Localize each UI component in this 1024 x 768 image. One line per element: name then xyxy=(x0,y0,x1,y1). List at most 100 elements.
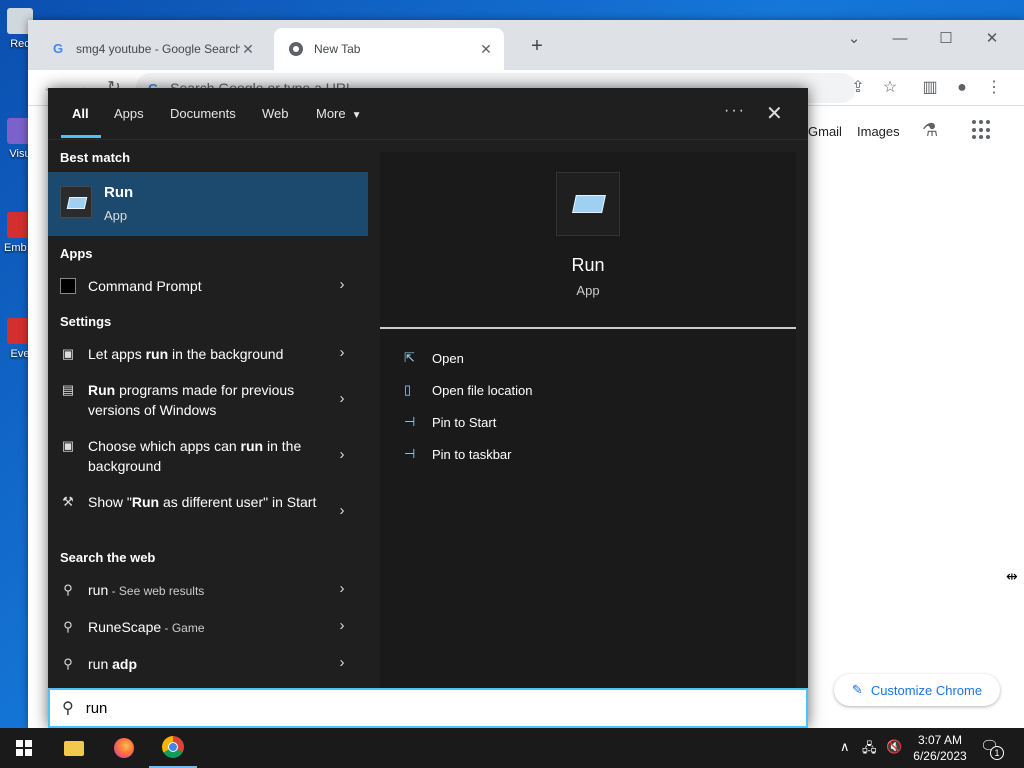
result-setting[interactable]: ▣ Let apps run in the background › xyxy=(48,336,368,372)
run-app-icon xyxy=(556,172,620,236)
close-tab-icon[interactable]: ✕ xyxy=(478,41,494,58)
web-result[interactable]: ⚲ run - See web results › xyxy=(48,572,368,608)
scope-documents[interactable]: Documents xyxy=(170,106,236,121)
action-pin-to-start[interactable]: ⊣ Pin to Start xyxy=(404,414,496,430)
maximize-button[interactable]: ☐ xyxy=(926,26,966,52)
tab-smg4-search[interactable]: G smg4 youtube - Google Search ✕ xyxy=(36,28,266,70)
volume-muted-icon[interactable]: 🔇 xyxy=(886,739,902,755)
pin-icon: ⊣ xyxy=(404,446,416,461)
clock[interactable]: 3:07 AM 6/26/2023 xyxy=(908,732,972,764)
tab-title: smg4 youtube - Google Search xyxy=(76,42,240,56)
chevron-right-icon[interactable]: › xyxy=(336,276,348,293)
tab-new-tab[interactable]: New Tab ✕ xyxy=(274,28,504,70)
command-prompt-icon xyxy=(60,278,76,294)
folder-icon xyxy=(64,740,84,756)
close-tab-icon[interactable]: ✕ xyxy=(240,41,256,58)
menu-kebab-icon[interactable]: ⋮ xyxy=(980,74,1008,102)
settings-picture-icon: ▣ xyxy=(61,346,75,361)
result-label: run adp xyxy=(88,656,138,672)
chevron-right-icon[interactable]: › xyxy=(336,446,348,463)
show-hidden-icons-icon[interactable]: ∧ xyxy=(840,739,850,755)
result-setting[interactable]: ⚒ Show "Run as different user" in Start … xyxy=(48,484,368,540)
best-match-header: Best match xyxy=(60,150,131,165)
scope-more[interactable]: More ▼ xyxy=(316,106,362,121)
scope-all[interactable]: All xyxy=(72,106,89,121)
customize-chrome-label: Customize Chrome xyxy=(870,682,983,698)
chevron-right-icon[interactable]: › xyxy=(336,617,348,634)
images-link[interactable]: Images xyxy=(857,124,900,139)
result-label: RuneScape - Game xyxy=(88,619,205,635)
best-match-name: Run xyxy=(104,184,134,201)
chevron-right-icon[interactable]: › xyxy=(336,502,348,519)
google-icon: G xyxy=(52,41,64,56)
chevron-right-icon[interactable]: › xyxy=(336,390,348,407)
share-icon[interactable]: ⇪ xyxy=(844,74,872,102)
taskbar-file-explorer[interactable] xyxy=(50,728,98,768)
action-open[interactable]: ⇱ Open xyxy=(404,350,464,366)
chevron-right-icon[interactable]: › xyxy=(336,344,348,361)
preview-divider xyxy=(380,327,796,329)
labs-flask-icon[interactable]: ⚗ xyxy=(922,120,938,141)
best-match-run[interactable]: Run App xyxy=(48,172,368,236)
minimize-button[interactable]: — xyxy=(880,26,920,52)
windows-logo-icon xyxy=(16,740,32,756)
result-label: Choose which apps can run in the backgro… xyxy=(88,438,302,474)
action-label: Open xyxy=(432,350,464,366)
taskbar-firefox[interactable] xyxy=(100,728,148,768)
firefox-icon xyxy=(114,738,134,758)
chrome-icon xyxy=(162,736,184,758)
action-label: Open file location xyxy=(432,382,533,398)
search-the-web-header: Search the web xyxy=(60,550,156,565)
clock-date: 6/26/2023 xyxy=(913,749,967,763)
caret-down-icon: ▼ xyxy=(351,110,362,121)
search-icon: ⚲ xyxy=(62,700,74,717)
preview-type: App xyxy=(576,283,600,298)
more-options-icon[interactable]: ··· xyxy=(724,102,746,120)
chevron-right-icon[interactable]: › xyxy=(336,580,348,597)
best-match-type: App xyxy=(104,208,128,223)
scope-apps[interactable]: Apps xyxy=(114,106,144,121)
taskbar: ∧ 🖧 🔇 3:07 AM 6/26/2023 🗨 1 xyxy=(0,728,1024,768)
close-search-icon[interactable]: ✕ xyxy=(766,101,783,126)
scope-more-label: More xyxy=(316,106,346,121)
result-label: Show "Run as different user" in Start xyxy=(88,494,317,510)
search-input[interactable] xyxy=(85,699,686,717)
start-button[interactable] xyxy=(0,728,48,768)
network-icon[interactable]: 🖧 xyxy=(862,739,877,761)
new-tab-button[interactable]: + xyxy=(524,34,550,60)
search-icon: ⚲ xyxy=(63,619,73,634)
preview-name: Run xyxy=(571,255,605,275)
result-setting[interactable]: ▣ Choose which apps can run in the backg… xyxy=(48,428,368,484)
result-label: Command Prompt xyxy=(88,278,202,294)
action-label: Pin to Start xyxy=(432,414,497,430)
side-panel-icon[interactable]: ▥ xyxy=(916,74,944,102)
result-setting[interactable]: ▤ Run programs made for previous version… xyxy=(48,372,368,428)
tools-icon: ⚒ xyxy=(62,494,74,509)
start-search-panel: All Apps Documents Web More ▼ ··· ✕ Best … xyxy=(48,88,808,728)
open-icon: ⇱ xyxy=(404,350,415,365)
tab-title: New Tab xyxy=(314,42,361,56)
result-command-prompt[interactable]: Command Prompt › xyxy=(48,268,368,304)
action-pin-to-taskbar[interactable]: ⊣ Pin to taskbar xyxy=(404,446,512,462)
bookmark-star-icon[interactable]: ☆ xyxy=(876,74,904,102)
chrome-icon xyxy=(288,41,304,57)
web-result[interactable]: ⚲ run adp › xyxy=(48,646,368,682)
gmail-link[interactable]: Gmail xyxy=(808,124,842,139)
tab-search-icon[interactable]: ⌄ xyxy=(834,26,874,52)
notification-count-badge: 1 xyxy=(990,746,1004,760)
run-app-icon xyxy=(60,186,92,218)
settings-header: Settings xyxy=(60,314,112,329)
scope-web[interactable]: Web xyxy=(262,106,289,121)
taskbar-chrome[interactable] xyxy=(149,728,197,768)
chevron-right-icon[interactable]: › xyxy=(336,654,348,671)
web-result[interactable]: ⚲ RuneScape - Game › xyxy=(48,609,368,645)
action-open-file-location[interactable]: ▯ Open file location xyxy=(404,382,532,398)
google-apps-grid-icon[interactable] xyxy=(972,120,992,140)
compatibility-icon: ▤ xyxy=(61,382,75,397)
profile-avatar-icon[interactable]: ● xyxy=(948,74,976,102)
close-window-button[interactable]: ✕ xyxy=(972,26,1012,52)
customize-chrome-button[interactable]: ✎ Customize Chrome xyxy=(834,674,1000,706)
clock-time: 3:07 AM xyxy=(917,733,963,747)
start-search-box[interactable]: ⚲ xyxy=(48,688,808,728)
search-icon: ⚲ xyxy=(63,656,73,671)
